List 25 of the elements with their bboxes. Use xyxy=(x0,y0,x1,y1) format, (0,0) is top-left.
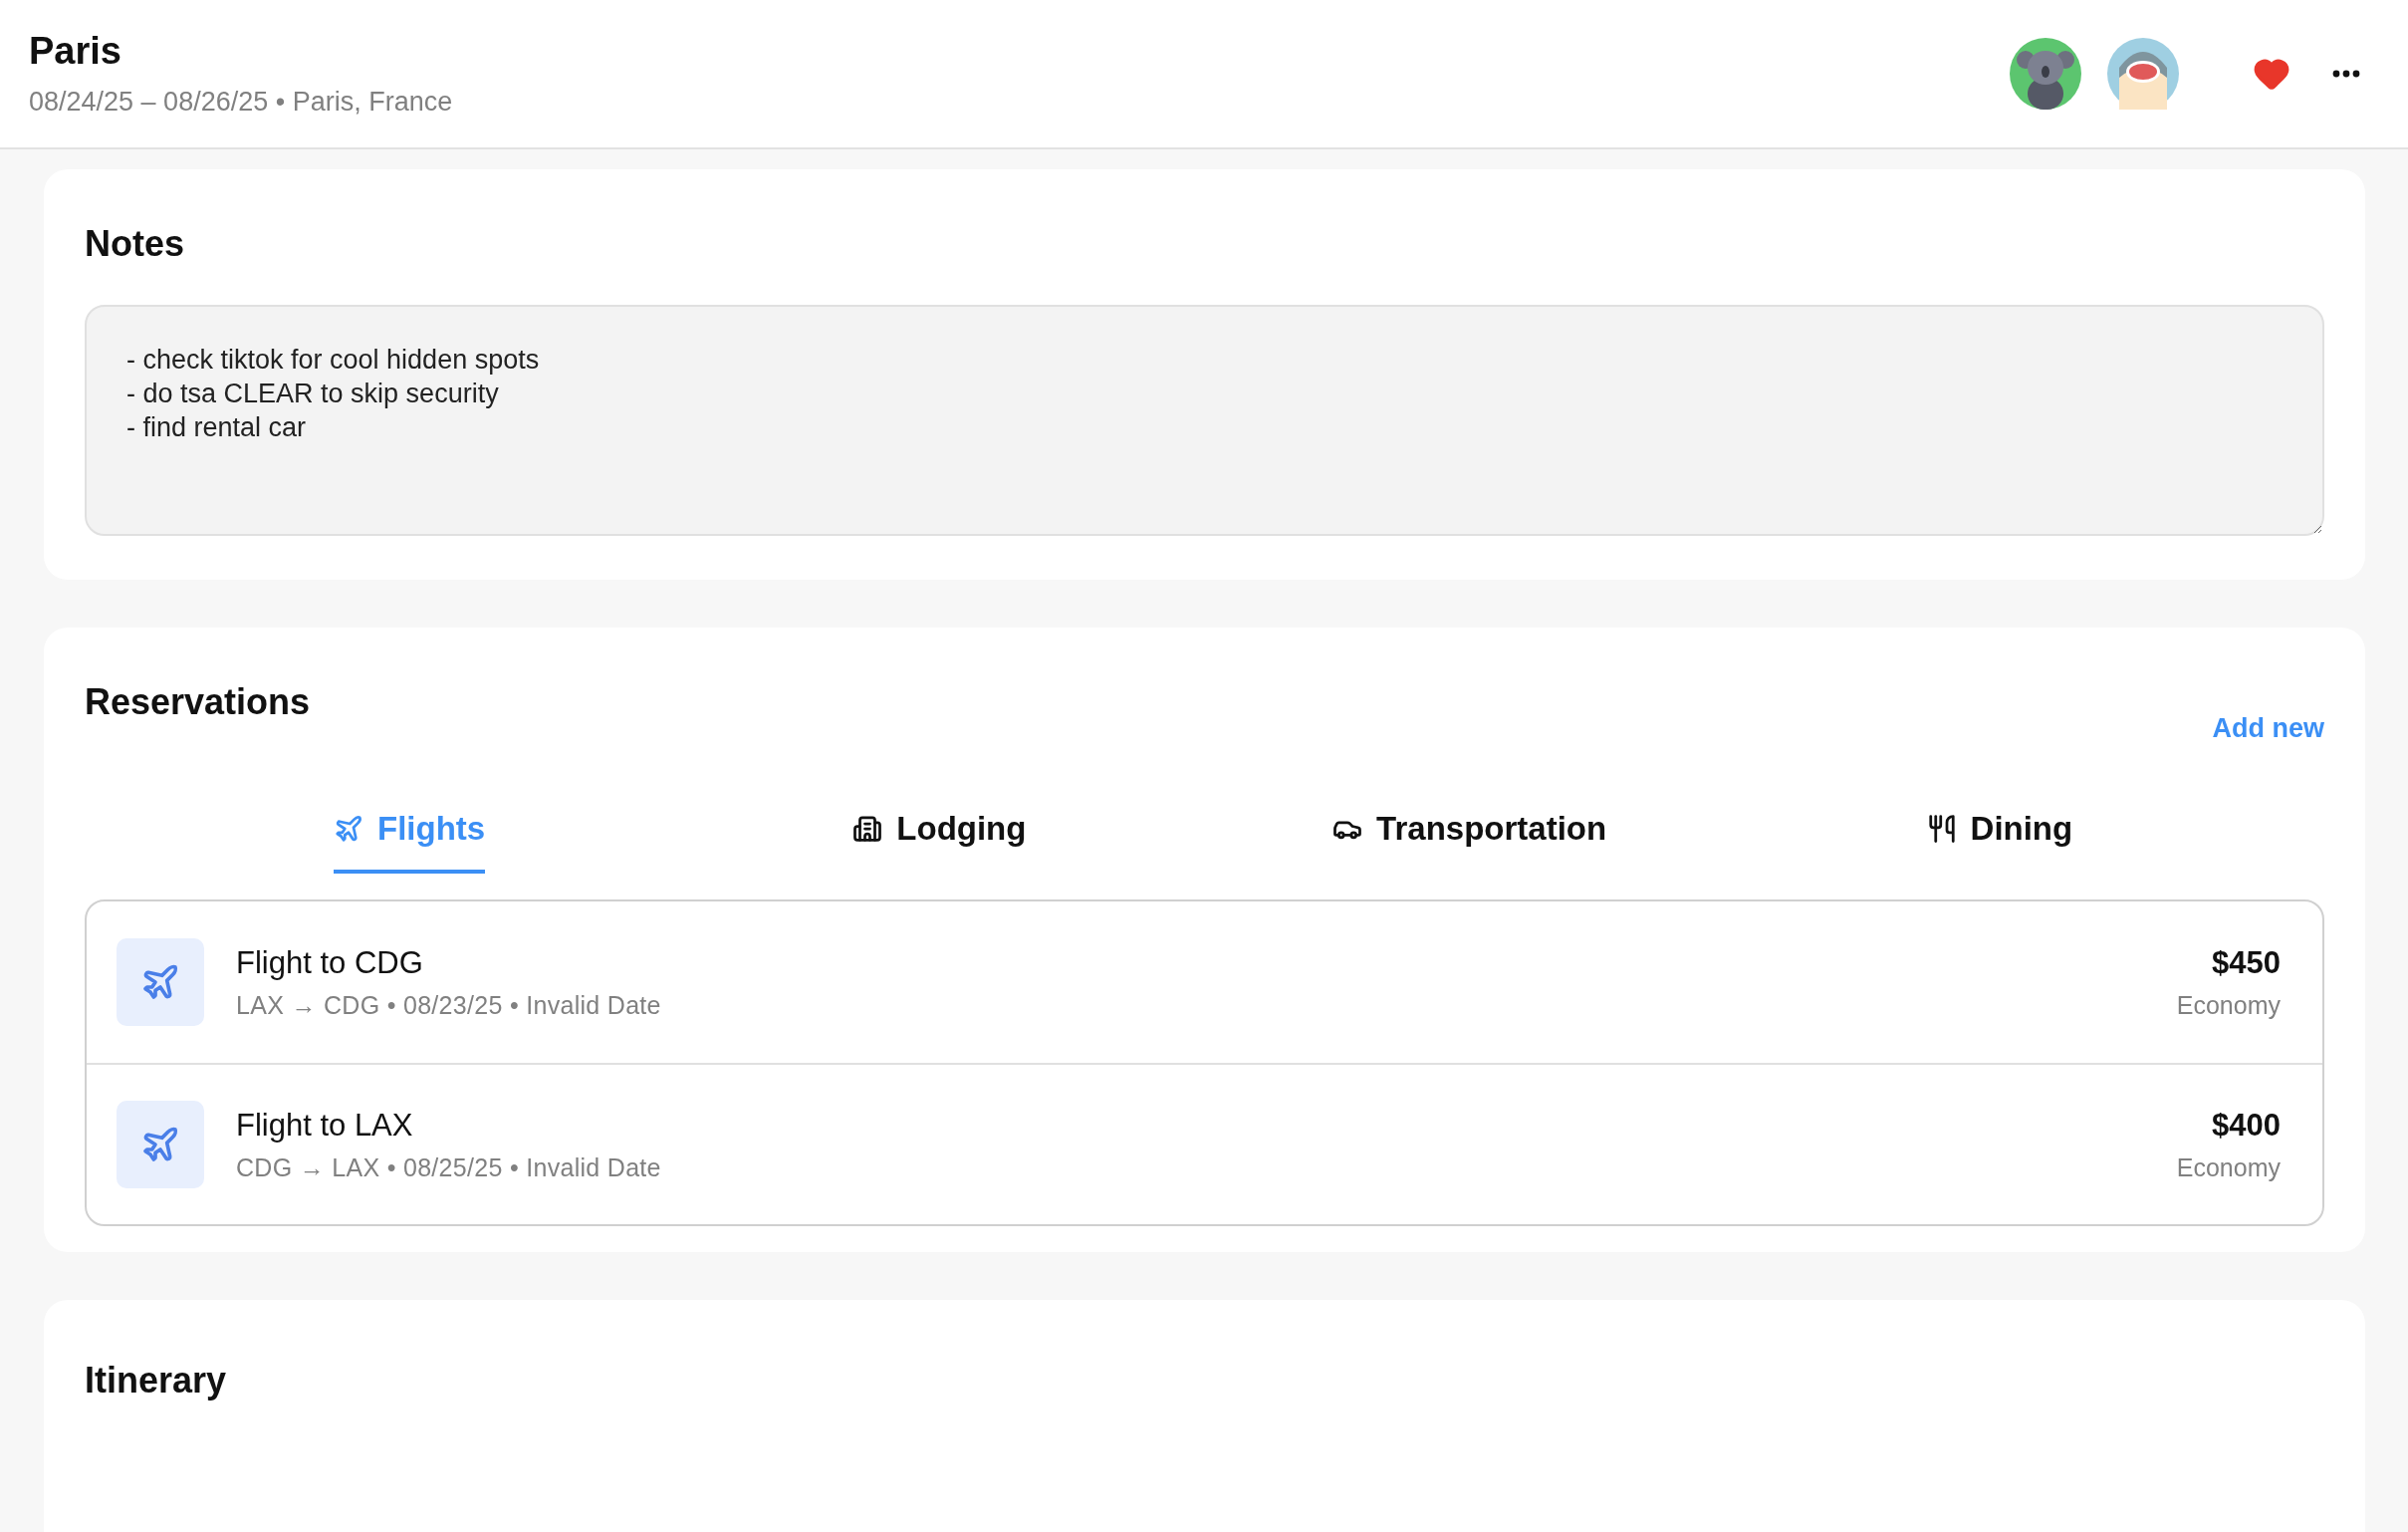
plane-icon xyxy=(117,938,204,1026)
building-icon xyxy=(852,814,883,844)
reservation-tab[interactable]: Transportation xyxy=(1332,796,1607,874)
notes-field[interactable]: - check tiktok for cool hidden spots - do tsa CLEAR to skip security - find rental car xyxy=(85,305,2324,536)
fare-class: Economy xyxy=(2176,1152,2281,1182)
reservation-tab[interactable]: Lodging xyxy=(852,796,1027,874)
reservation-title: Flight to CDG xyxy=(236,944,424,981)
itinerary-title: Itinerary xyxy=(85,1360,228,1402)
plane-icon xyxy=(334,814,364,844)
fare-class: Economy xyxy=(2176,990,2281,1020)
koala-avatar[interactable] xyxy=(2010,38,2081,110)
reservations-title: Reservations xyxy=(85,681,311,723)
reservation-details: LAX → CDG • 08/23/25 • Invalid Date xyxy=(236,990,662,1020)
reservation-title: Flight to LAX xyxy=(236,1107,414,1144)
reservation-price: $450 xyxy=(2212,944,2281,981)
reservation-price: $400 xyxy=(2212,1107,2281,1144)
trip-title: Paris xyxy=(29,30,122,73)
utensils-icon xyxy=(1926,814,1957,844)
trip-subtitle: 08/24/25 – 08/26/25 • Paris, France xyxy=(29,87,453,118)
reservation-details: CDG → LAX • 08/25/25 • Invalid Date xyxy=(236,1152,662,1182)
plane-icon xyxy=(117,1101,204,1188)
notes-title: Notes xyxy=(85,223,186,265)
more-icon xyxy=(2332,70,2360,78)
reservation-tab[interactable]: Dining xyxy=(1926,796,2073,874)
shark-avatar[interactable] xyxy=(2107,38,2179,110)
